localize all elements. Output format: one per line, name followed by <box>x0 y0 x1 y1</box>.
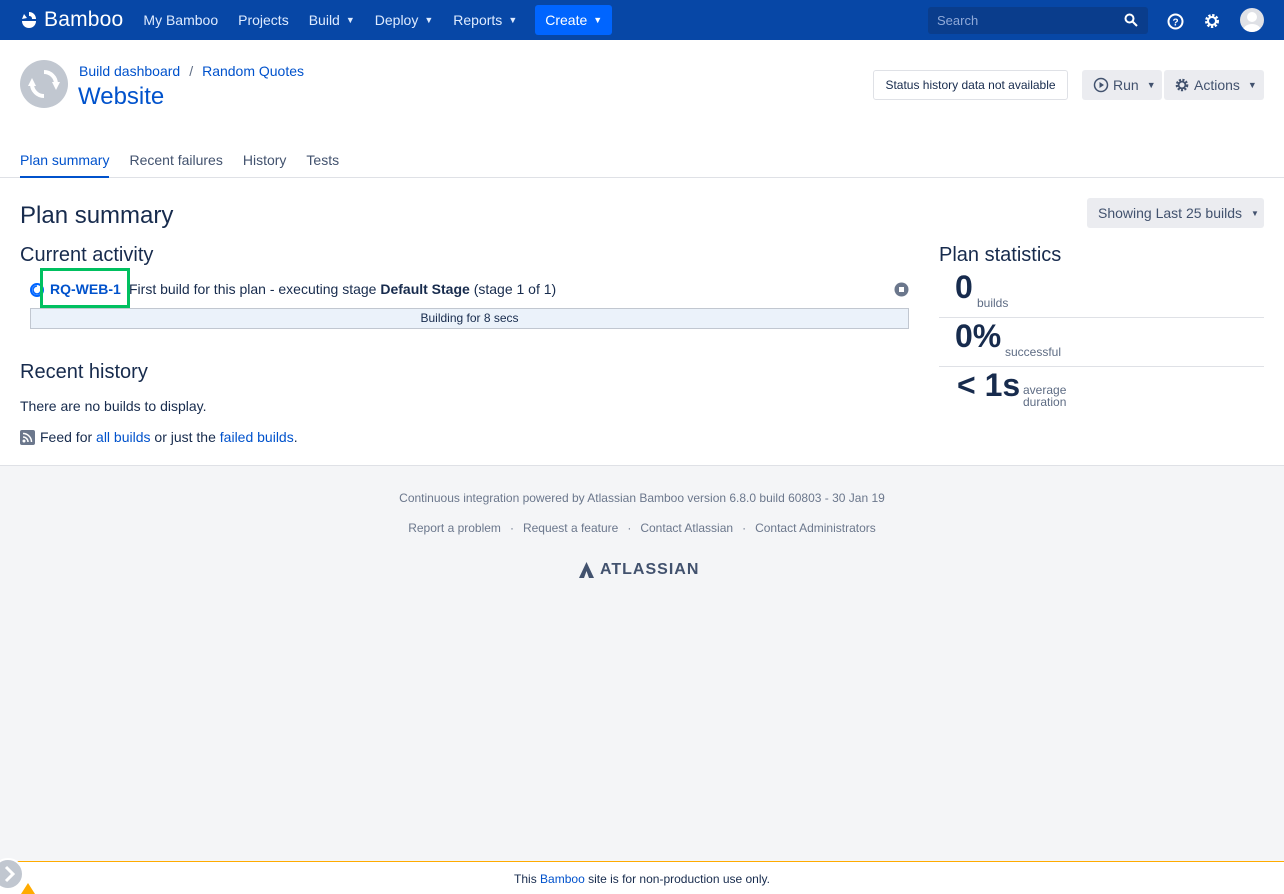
stat-builds: 0 builds <box>939 269 1264 318</box>
banner-suffix: site is for non-production use only. <box>584 872 770 886</box>
actions-label: Actions <box>1194 77 1240 93</box>
showing-builds-dropdown[interactable]: Showing Last 25 builds ▼ <box>1087 198 1264 228</box>
status-history-button[interactable]: Status history data not available <box>873 70 1068 100</box>
create-button[interactable]: Create ▼ <box>535 5 613 35</box>
atlassian-logo[interactable]: ATLASSIAN <box>579 561 699 579</box>
plan-statistics-heading: Plan statistics <box>939 244 1062 266</box>
nav-reports[interactable]: Reports ▼ <box>443 0 527 40</box>
plan-header: Build dashboard / Random Quotes Website St… <box>0 40 1284 178</box>
stat-builds-value: 0 <box>955 269 973 305</box>
plan-summary-heading: Plan summary <box>20 202 174 229</box>
footer-sep: · <box>509 521 514 535</box>
run-button[interactable]: Run ▼ <box>1082 70 1162 100</box>
feed-middle: or just the <box>150 429 220 445</box>
caret-down-icon: ▼ <box>1251 208 1259 218</box>
nav-build-label: Build <box>308 12 340 28</box>
run-label: Run <box>1113 77 1139 93</box>
search-input[interactable] <box>928 13 1118 28</box>
feed-end: . <box>293 429 298 445</box>
stop-icon[interactable] <box>894 282 909 297</box>
brand-name: Bamboo <box>44 8 124 31</box>
stat-builds-label: builds <box>977 296 1009 310</box>
avatar[interactable] <box>1240 8 1264 32</box>
showing-label: Showing Last 25 builds <box>1098 205 1242 221</box>
search-icon[interactable] <box>1124 13 1138 27</box>
footer-sep: · <box>627 521 632 535</box>
banner-bamboo-link[interactable]: Bamboo <box>540 872 585 886</box>
feed-all-builds-link[interactable]: all builds <box>96 429 150 445</box>
footer-sep: · <box>742 521 747 535</box>
nav-projects[interactable]: Projects <box>228 0 299 40</box>
stat-duration-label-2: duration <box>1023 395 1067 409</box>
feed-line: Feed for all builds or just the failed b… <box>20 429 298 445</box>
footer-contact-atlassian[interactable]: Contact Atlassian <box>640 521 733 535</box>
current-activity-heading: Current activity <box>20 244 154 266</box>
create-label: Create <box>545 12 588 28</box>
banner-prefix: This <box>514 872 541 886</box>
main-content: Plan summary Showing Last 25 builds ▼ Cu… <box>0 178 1284 466</box>
breadcrumb-build-dashboard[interactable]: Build dashboard <box>79 63 180 79</box>
bamboo-logo[interactable]: Bamboo <box>19 8 123 32</box>
footer-request-feature[interactable]: Request a feature <box>523 521 618 535</box>
highlight-box <box>40 268 130 308</box>
footer-report-problem[interactable]: Report a problem <box>408 521 501 535</box>
stat-success: 0% successful <box>939 318 1264 367</box>
nav-deploy[interactable]: Deploy ▼ <box>365 0 444 40</box>
breadcrumb-random-quotes[interactable]: Random Quotes <box>202 63 304 79</box>
actions-button[interactable]: Actions ▼ <box>1164 70 1264 100</box>
current-activity-row: RQ-WEB-1 First build for this plan - exe… <box>30 268 909 308</box>
activity-text: First build for this plan - executing st… <box>129 281 556 297</box>
recent-history-heading: Recent history <box>20 361 148 383</box>
top-navigation: Bamboo My Bamboo Projects Build ▼ Deploy ▼… <box>0 0 1284 40</box>
svg-text:?: ? <box>1172 18 1178 29</box>
plan-avatar <box>20 60 68 108</box>
nav-my-bamboo[interactable]: My Bamboo <box>133 0 228 40</box>
chevron-down-icon: ▼ <box>508 15 518 25</box>
gear-icon[interactable] <box>1203 12 1221 30</box>
warning-icon <box>21 883 35 894</box>
breadcrumb-separator: / <box>189 63 194 79</box>
plan-tabs: Plan summary Recent failures History Tes… <box>20 152 359 178</box>
tab-tests[interactable]: Tests <box>306 152 339 178</box>
activity-suffix: (stage 1 of 1) <box>469 281 557 297</box>
chevron-down-icon: ▼ <box>424 15 434 25</box>
plan-refresh-icon <box>28 70 60 98</box>
rss-feed-icon[interactable] <box>20 429 35 445</box>
non-production-banner: This Bamboo site is for non-production u… <box>0 861 1284 894</box>
activity-prefix: First build for this plan - executing st… <box>129 281 381 297</box>
build-progress-bar: Building for 8 secs <box>30 308 909 329</box>
stat-success-value: 0% <box>955 318 1002 354</box>
page-title[interactable]: Website <box>78 83 164 111</box>
tab-plan-summary[interactable]: Plan summary <box>20 152 110 178</box>
activity-stage: Default Stage <box>380 281 470 297</box>
stat-duration: < 1s average duration <box>939 367 1264 416</box>
search-box <box>928 7 1148 34</box>
chevron-down-icon: ▼ <box>1146 80 1156 90</box>
chevron-down-icon: ▼ <box>1247 80 1257 90</box>
breadcrumb: Build dashboard / Random Quotes <box>79 63 304 79</box>
tab-recent-failures[interactable]: Recent failures <box>129 152 222 178</box>
footer-contact-admins[interactable]: Contact Administrators <box>755 521 876 535</box>
gear-icon <box>1175 78 1189 92</box>
chevron-down-icon: ▼ <box>345 15 355 25</box>
stat-success-label: successful <box>1005 345 1062 359</box>
stat-duration-value: < 1s <box>957 367 1021 403</box>
atlassian-logo-icon <box>579 562 594 578</box>
atlassian-wordmark: ATLASSIAN <box>600 561 700 578</box>
chevron-right-icon <box>4 865 16 883</box>
bamboo-logo-icon <box>22 12 36 28</box>
tab-history[interactable]: History <box>243 152 287 178</box>
feed-prefix: Feed for <box>40 429 93 445</box>
help-icon[interactable]: ? <box>1167 13 1184 30</box>
nav-build[interactable]: Build ▼ <box>299 0 365 40</box>
footer-links: Report a problem · Request a feature · C… <box>0 521 1284 535</box>
feed-failed-builds-link[interactable]: failed builds <box>220 429 294 445</box>
nav-reports-label: Reports <box>453 12 503 28</box>
avatar-icon <box>1243 12 1261 32</box>
no-builds-message: There are no builds to display. <box>20 398 207 414</box>
play-icon <box>1093 77 1109 93</box>
nav-deploy-label: Deploy <box>374 12 419 28</box>
chevron-down-icon: ▼ <box>593 15 603 25</box>
footer-powered-by: Continuous integration powered by Atlass… <box>399 491 885 505</box>
